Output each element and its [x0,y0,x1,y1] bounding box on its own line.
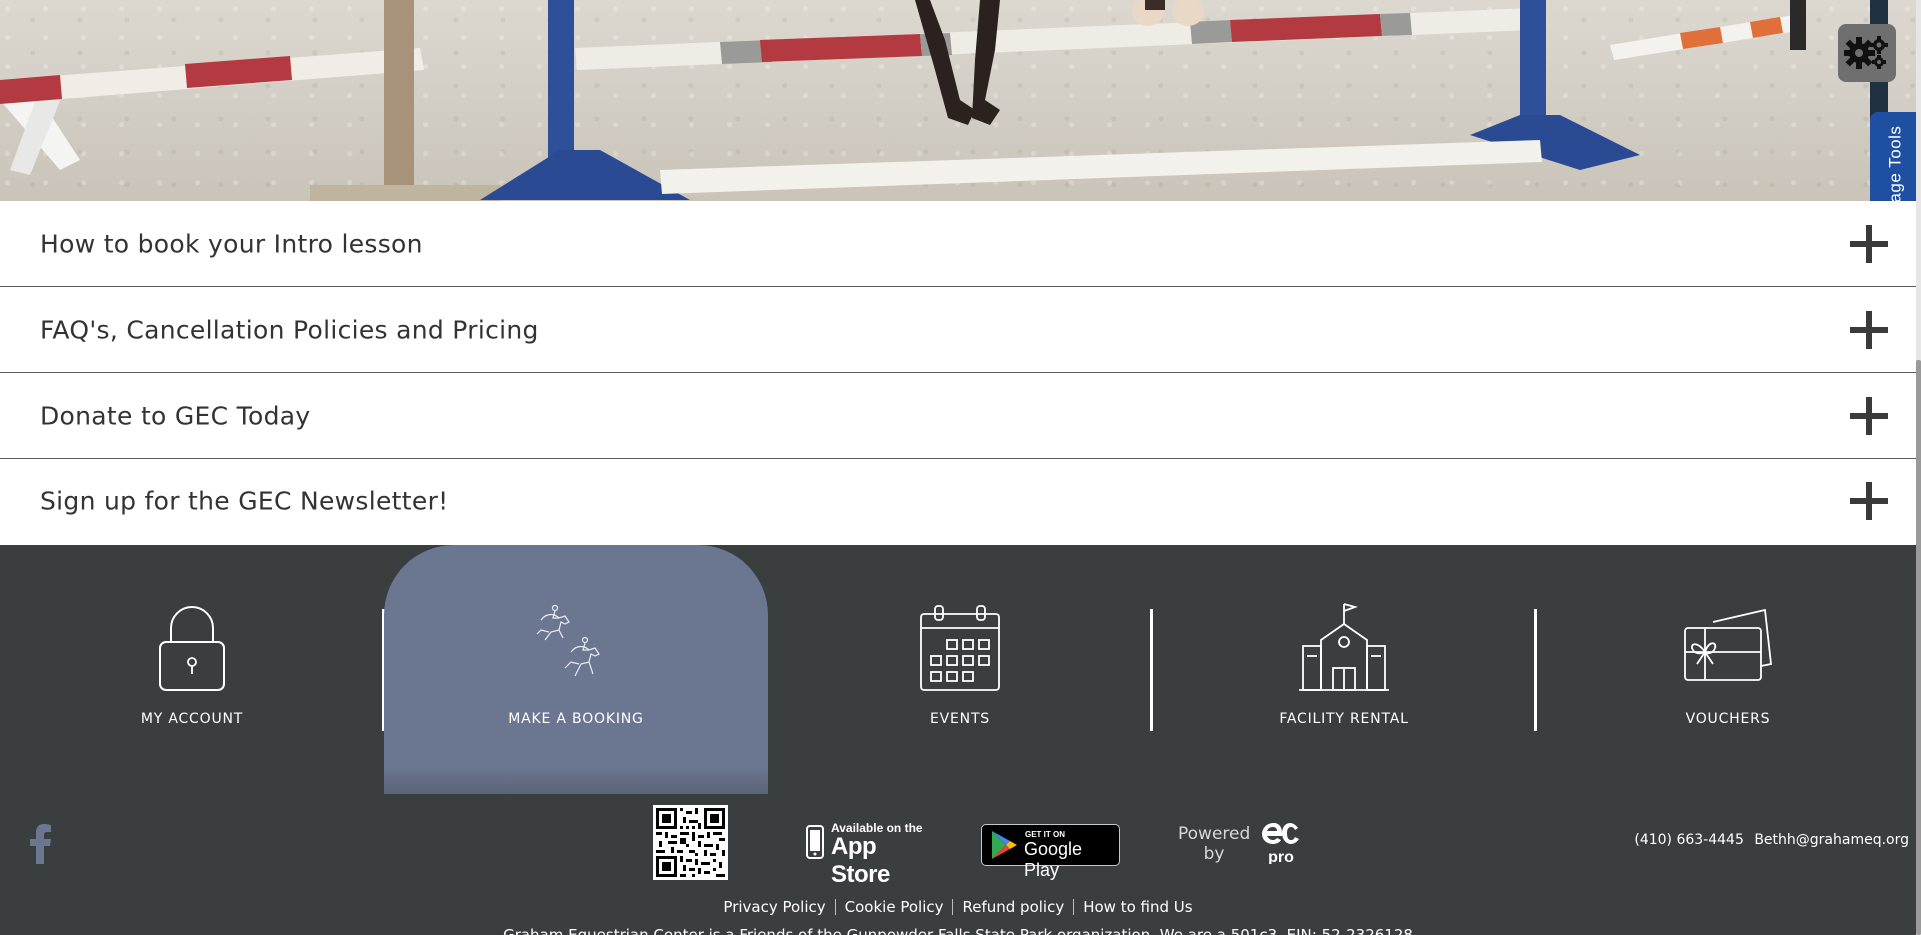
svg-text:pro: pro [1268,849,1294,864]
cookie-policy-link[interactable]: Cookie Policy [834,899,953,915]
bottom-bar: Available on the App Store GET IT ON Goo… [0,794,1916,935]
policy-links: Privacy Policy Cookie Policy Refund poli… [0,899,1916,915]
calendar-icon [920,605,1000,691]
accordion: How to book your Intro lesson FAQ's, Can… [0,201,1916,543]
accordion-title: How to book your Intro lesson [40,229,423,258]
nav-label: FACILITY RENTAL [1279,711,1409,727]
active-tab-shadow [384,767,768,794]
accordion-item-newsletter[interactable]: Sign up for the GEC Newsletter! [0,459,1916,543]
plus-icon[interactable] [1850,482,1888,520]
powered-by-line2: by [1203,844,1225,864]
accordion-item-intro-lesson[interactable]: How to book your Intro lesson [0,201,1916,287]
qr-code [653,805,728,880]
facebook-icon[interactable] [28,824,52,864]
privacy-policy-link[interactable]: Privacy Policy [714,899,834,915]
footer-nav: MY ACCOUNT MAKE A BOOKING EVENTS FACILIT… [0,545,1916,794]
refund-policy-link[interactable]: Refund policy [952,899,1073,915]
show-jump-illustration [0,0,1888,201]
powered-by-line1: Powered [1178,824,1251,844]
gear-icon [1844,36,1888,69]
horse-riders-icon [536,604,600,677]
google-play-small-text: GET IT ON [1025,830,1065,839]
google-play-icon [992,831,1017,859]
settings-gear-button[interactable] [1838,24,1896,82]
phone-icon [806,825,824,859]
building-icon [1299,603,1389,691]
powered-by-text: Powered by [1178,824,1250,864]
accordion-title: FAQ's, Cancellation Policies and Pricing [40,315,539,344]
contact-email[interactable]: Bethh@grahameq.org [1754,832,1909,848]
google-play-badge[interactable]: GET IT ON Google Play [981,824,1120,880]
accordion-item-donate[interactable]: Donate to GEC Today [0,373,1916,459]
google-play-big-text: Google Play [1024,839,1083,880]
nav-events[interactable]: EVENTS [768,545,1152,794]
nav-vouchers[interactable]: VOUCHERS [1536,545,1920,794]
ecpro-logo[interactable]: pro [1260,820,1302,864]
nav-label: MAKE A BOOKING [508,711,644,727]
gift-voucher-icon [1684,608,1772,681]
contact-phone[interactable]: (410) 663-4445 [1634,832,1744,848]
nav-label: VOUCHERS [1685,711,1771,727]
accordion-title: Sign up for the GEC Newsletter! [40,486,449,516]
nav-my-account[interactable]: MY ACCOUNT [0,545,384,794]
padlock-icon [159,606,225,691]
plus-icon[interactable] [1850,396,1888,435]
contact-info: (410) 663-4445 Bethh@grahameq.org [1634,832,1909,848]
nav-facility-rental[interactable]: FACILITY RENTAL [1152,545,1536,794]
app-store-big-text: App Store [831,833,890,888]
app-store-badge[interactable]: Available on the App Store [804,821,936,888]
how-to-find-us-link[interactable]: How to find Us [1073,899,1201,915]
organization-notice: Graham Equestrian Center is a Friends of… [503,926,1413,935]
plus-icon[interactable] [1850,310,1888,349]
nav-make-a-booking[interactable]: MAKE A BOOKING [384,545,768,794]
nav-label: MY ACCOUNT [140,711,244,727]
page: Page Tools How to book your Intro lesson… [0,0,1921,935]
hero-image [0,0,1921,201]
scrollbar[interactable] [1916,0,1921,935]
accordion-title: Donate to GEC Today [40,401,311,430]
accordion-item-faqs[interactable]: FAQ's, Cancellation Policies and Pricing [0,287,1916,373]
plus-icon[interactable] [1850,224,1888,263]
nav-label: EVENTS [930,711,990,727]
